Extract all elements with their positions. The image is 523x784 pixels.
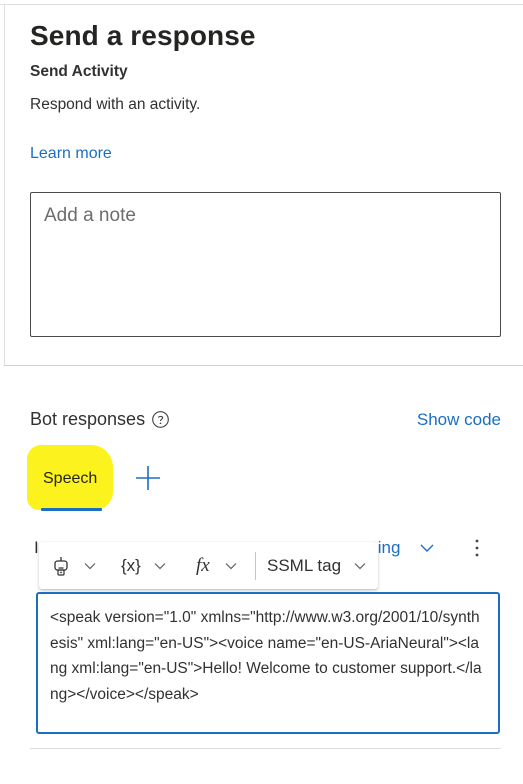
chevron-down-icon <box>154 562 166 569</box>
function-button[interactable]: fx <box>196 542 238 589</box>
bot-template-icon <box>54 556 68 576</box>
chevron-down-icon <box>354 562 366 569</box>
send-response-panel: Send a response Send Activity Respond wi… <box>0 0 523 784</box>
tab-speech[interactable]: Speech <box>43 470 97 488</box>
tab-speech-underline <box>41 508 102 511</box>
ssml-tag-label: SSML tag <box>267 555 342 575</box>
note-input[interactable] <box>30 192 501 337</box>
bot-responses-heading: Bot responses <box>30 409 170 430</box>
insert-toolbar: {x} fx SSML tag <box>39 542 378 589</box>
more-options-icon[interactable] <box>468 537 486 559</box>
chevron-down-icon <box>225 562 237 569</box>
variable-button[interactable]: {x} <box>121 542 167 589</box>
top-divider <box>0 4 523 5</box>
show-code-link[interactable]: Show code <box>417 410 501 430</box>
panel-subtitle: Send Activity <box>30 63 128 80</box>
panel-description: Respond with an activity. <box>30 96 201 113</box>
add-tab-plus-icon[interactable] <box>133 463 163 493</box>
bot-responses-label: Bot responses <box>30 409 146 429</box>
section-divider <box>4 365 523 366</box>
panel-title: Send a response <box>30 20 256 51</box>
bot-template-button[interactable] <box>51 542 97 589</box>
function-label: fx <box>196 554 210 576</box>
chevron-down-icon[interactable] <box>418 541 436 555</box>
toolbar-divider <box>255 552 256 580</box>
variable-label: {x} <box>121 555 141 575</box>
left-divider <box>4 4 5 365</box>
learn-more-link[interactable]: Learn more <box>30 145 112 163</box>
info-icon[interactable] <box>151 410 170 429</box>
speech-ssml-editor[interactable]: <speak version="1.0" xmlns="http://www.w… <box>36 592 500 734</box>
ssml-tag-button[interactable]: SSML tag <box>267 542 367 589</box>
bottom-divider <box>30 748 501 749</box>
chevron-down-icon <box>84 562 96 569</box>
